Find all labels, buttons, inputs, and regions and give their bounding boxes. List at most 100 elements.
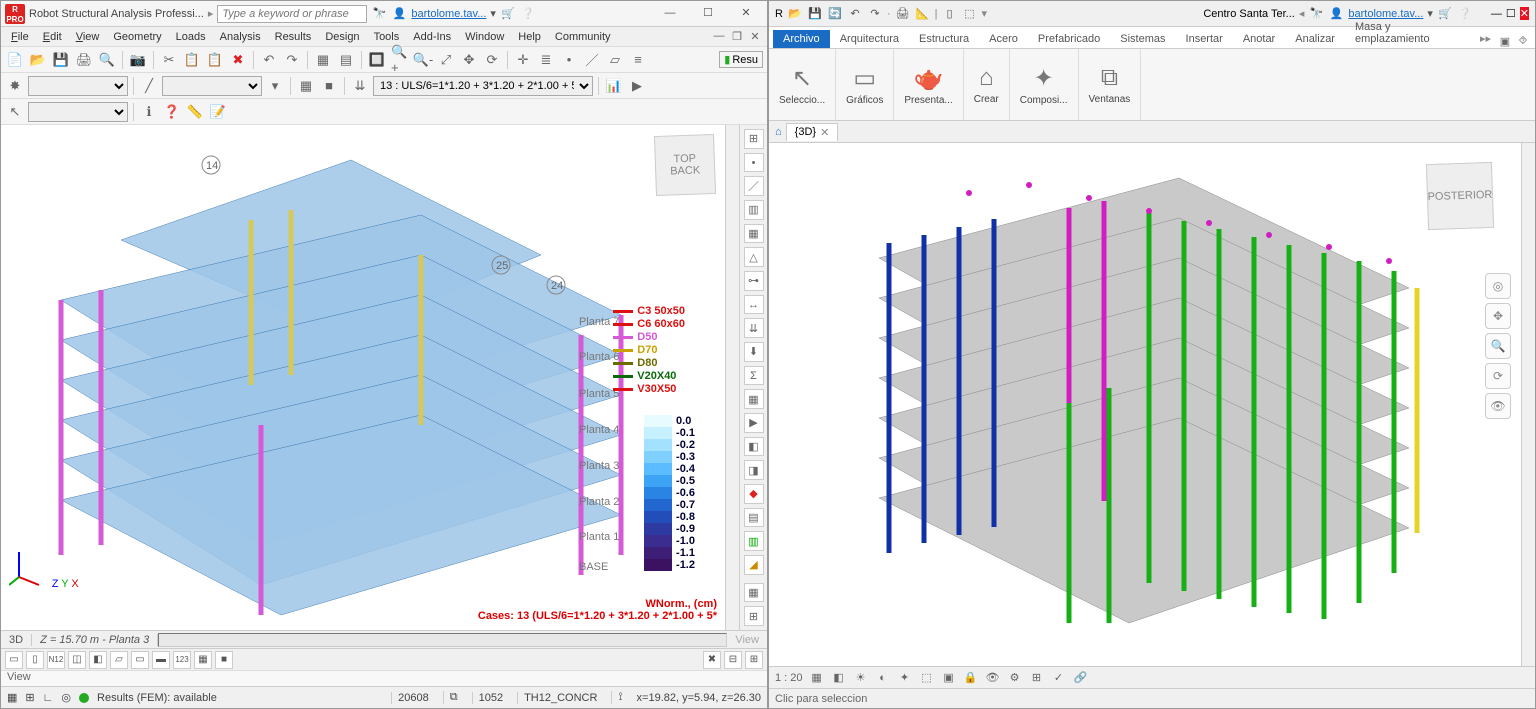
sb-reveal-icon[interactable]: 👁 xyxy=(985,671,1001,684)
sb-constraint-icon[interactable]: ✓ xyxy=(1051,671,1067,684)
ribbon-help-icon[interactable]: ⯑ xyxy=(1515,35,1531,48)
vm-wire-icon[interactable]: ▭ xyxy=(131,651,149,669)
panel-crear[interactable]: ⌂Crear xyxy=(964,49,1010,120)
sb-detail-icon[interactable]: ▦ xyxy=(809,671,825,684)
new-icon[interactable]: 📄 xyxy=(5,50,25,70)
pointer-icon[interactable]: ↖ xyxy=(5,102,25,122)
calc-icon[interactable]: ≡ xyxy=(628,50,648,70)
nav-look-icon[interactable]: 👁 xyxy=(1485,393,1511,419)
sb-snap-icon[interactable]: ⊞ xyxy=(25,691,34,704)
vm-iso-icon[interactable]: ◧ xyxy=(89,651,107,669)
cut-icon[interactable]: ✂ xyxy=(159,50,179,70)
minimize2-button[interactable]: — xyxy=(1491,8,1502,20)
ribbon-expand-icon[interactable]: ▣ xyxy=(1497,35,1513,48)
select-mode-icon[interactable]: ✸ xyxy=(5,76,25,96)
vscroll-right[interactable] xyxy=(1521,143,1535,666)
home-icon[interactable]: ⌂ xyxy=(775,126,782,138)
report-icon[interactable]: 📊 xyxy=(604,76,624,96)
qat-measure-icon[interactable]: 📐 xyxy=(915,6,931,22)
minimize-button[interactable]: — xyxy=(653,3,687,25)
mdimin-icon[interactable]: — xyxy=(711,30,727,43)
nav-orbit-icon[interactable]: ⟳ xyxy=(1485,363,1511,389)
search-input[interactable] xyxy=(217,5,367,23)
vm-a-icon[interactable]: ✖ xyxy=(703,651,721,669)
note-icon[interactable]: 📝 xyxy=(208,102,228,122)
mdimax-icon[interactable]: ❐ xyxy=(729,30,745,43)
copy-icon[interactable]: 📋 xyxy=(182,50,202,70)
tables-icon[interactable]: ▤ xyxy=(336,50,356,70)
sb-visual-icon[interactable]: ◧ xyxy=(831,671,847,684)
zoomall-icon[interactable]: ⤢ xyxy=(436,50,456,70)
vm-front-icon[interactable]: ▯ xyxy=(26,651,44,669)
vm-render-icon[interactable]: ■ xyxy=(215,651,233,669)
binoculars-icon[interactable]: 🔭 xyxy=(371,6,387,22)
mdiclose-icon[interactable]: ✕ xyxy=(747,30,763,43)
res5-icon[interactable]: ▥ xyxy=(744,531,764,551)
scale-label[interactable]: 1 : 20 xyxy=(775,672,803,684)
combos-icon[interactable]: Σ xyxy=(744,366,764,386)
redo-icon[interactable]: ↷ xyxy=(282,50,302,70)
menu-view[interactable]: View xyxy=(70,29,106,45)
user-link[interactable]: bartolome.tav... xyxy=(411,8,486,20)
nav-wheel-icon[interactable]: ◎ xyxy=(1485,273,1511,299)
menu-results[interactable]: Results xyxy=(269,29,318,45)
sb-link-icon[interactable]: 🔗 xyxy=(1073,671,1089,684)
sb-lock-icon[interactable]: 🔒 xyxy=(963,671,979,684)
vm-hidden-icon[interactable]: ▬ xyxy=(152,651,170,669)
save-icon[interactable]: 💾 xyxy=(51,50,71,70)
bar-dropdown[interactable] xyxy=(162,76,262,96)
tab-anotar[interactable]: Anotar xyxy=(1233,30,1285,48)
menu-edit[interactable]: Edit xyxy=(37,29,68,45)
qat-section-icon[interactable]: ▯ xyxy=(941,6,957,22)
rotate-icon[interactable]: ⟳ xyxy=(482,50,502,70)
menu-help[interactable]: Help xyxy=(512,29,547,45)
sb-temp-icon[interactable]: ⚙ xyxy=(1007,671,1023,684)
supports-icon[interactable]: △ xyxy=(744,247,764,267)
menu-analysis[interactable]: Analysis xyxy=(214,29,267,45)
sb-sun-icon[interactable]: ☀ xyxy=(853,671,869,684)
menu-addins[interactable]: Add-Ins xyxy=(407,29,457,45)
menu-design[interactable]: Design xyxy=(319,29,365,45)
viewport-3d-right[interactable]: POSTERIOR ◎ ✥ 🔍 ⟳ 👁 xyxy=(769,143,1521,666)
vm-color-icon[interactable]: ▦ xyxy=(194,651,212,669)
panel-ventanas[interactable]: ⧉Ventanas xyxy=(1079,49,1142,120)
paste-icon[interactable]: 📋 xyxy=(205,50,225,70)
tab-masa[interactable]: Masa y emplazamiento xyxy=(1345,18,1474,48)
vm-c-icon[interactable]: ⊞ xyxy=(745,651,763,669)
qat-3d-icon[interactable]: ⬚ xyxy=(961,6,977,22)
sb-crop-icon[interactable]: ⬚ xyxy=(919,671,935,684)
res6-icon[interactable]: ◢ xyxy=(744,555,764,575)
bar-selection-icon[interactable]: ╱ xyxy=(139,76,159,96)
hscroll[interactable] xyxy=(158,633,727,647)
view-tab-3d[interactable]: {3D} ✕ xyxy=(786,123,839,141)
tab-archivo[interactable]: Archivo xyxy=(773,30,830,48)
tab-acero[interactable]: Acero xyxy=(979,30,1028,48)
sb-crop2-icon[interactable]: ▣ xyxy=(941,671,957,684)
qat-redo-icon[interactable]: ↷ xyxy=(867,6,883,22)
mesh-icon[interactable]: ▦ xyxy=(744,389,764,409)
binoculars2-icon[interactable]: 🔭 xyxy=(1308,6,1324,22)
menu-loads[interactable]: Loads xyxy=(170,29,212,45)
solid-icon[interactable]: ■ xyxy=(319,76,339,96)
scroll-level-label[interactable]: Z = 15.70 m - Planta 3 xyxy=(32,634,158,646)
loadtype-icon[interactable]: ⬇ xyxy=(744,342,764,362)
menu-community[interactable]: Community xyxy=(549,29,617,45)
results-button[interactable]: ▮Resu xyxy=(719,51,763,68)
maximize-button[interactable]: ☐ xyxy=(691,3,725,25)
stories-icon[interactable]: ≣ xyxy=(536,50,556,70)
vm-shade-icon[interactable]: 123 xyxy=(173,651,191,669)
animation-icon[interactable]: ▶ xyxy=(627,76,647,96)
sections-icon[interactable]: ▥ xyxy=(744,200,764,220)
releases-icon[interactable]: ⊶ xyxy=(744,271,764,291)
filter-icon[interactable]: ▾ xyxy=(265,76,285,96)
close2-button[interactable]: ✕ xyxy=(1520,7,1529,20)
res4-icon[interactable]: ▤ xyxy=(744,508,764,528)
panel-seleccionar[interactable]: ↖Seleccio... xyxy=(769,49,836,120)
menu-tools[interactable]: Tools xyxy=(368,29,406,45)
qat-undo-icon[interactable]: ↶ xyxy=(847,6,863,22)
sb-render-icon[interactable]: ✦ xyxy=(897,671,913,684)
load-icon[interactable]: ⇊ xyxy=(350,76,370,96)
undo-icon[interactable]: ↶ xyxy=(259,50,279,70)
view-cube-left[interactable]: TOPBACK xyxy=(654,134,716,196)
sb-analytical-icon[interactable]: ⊞ xyxy=(1029,671,1045,684)
